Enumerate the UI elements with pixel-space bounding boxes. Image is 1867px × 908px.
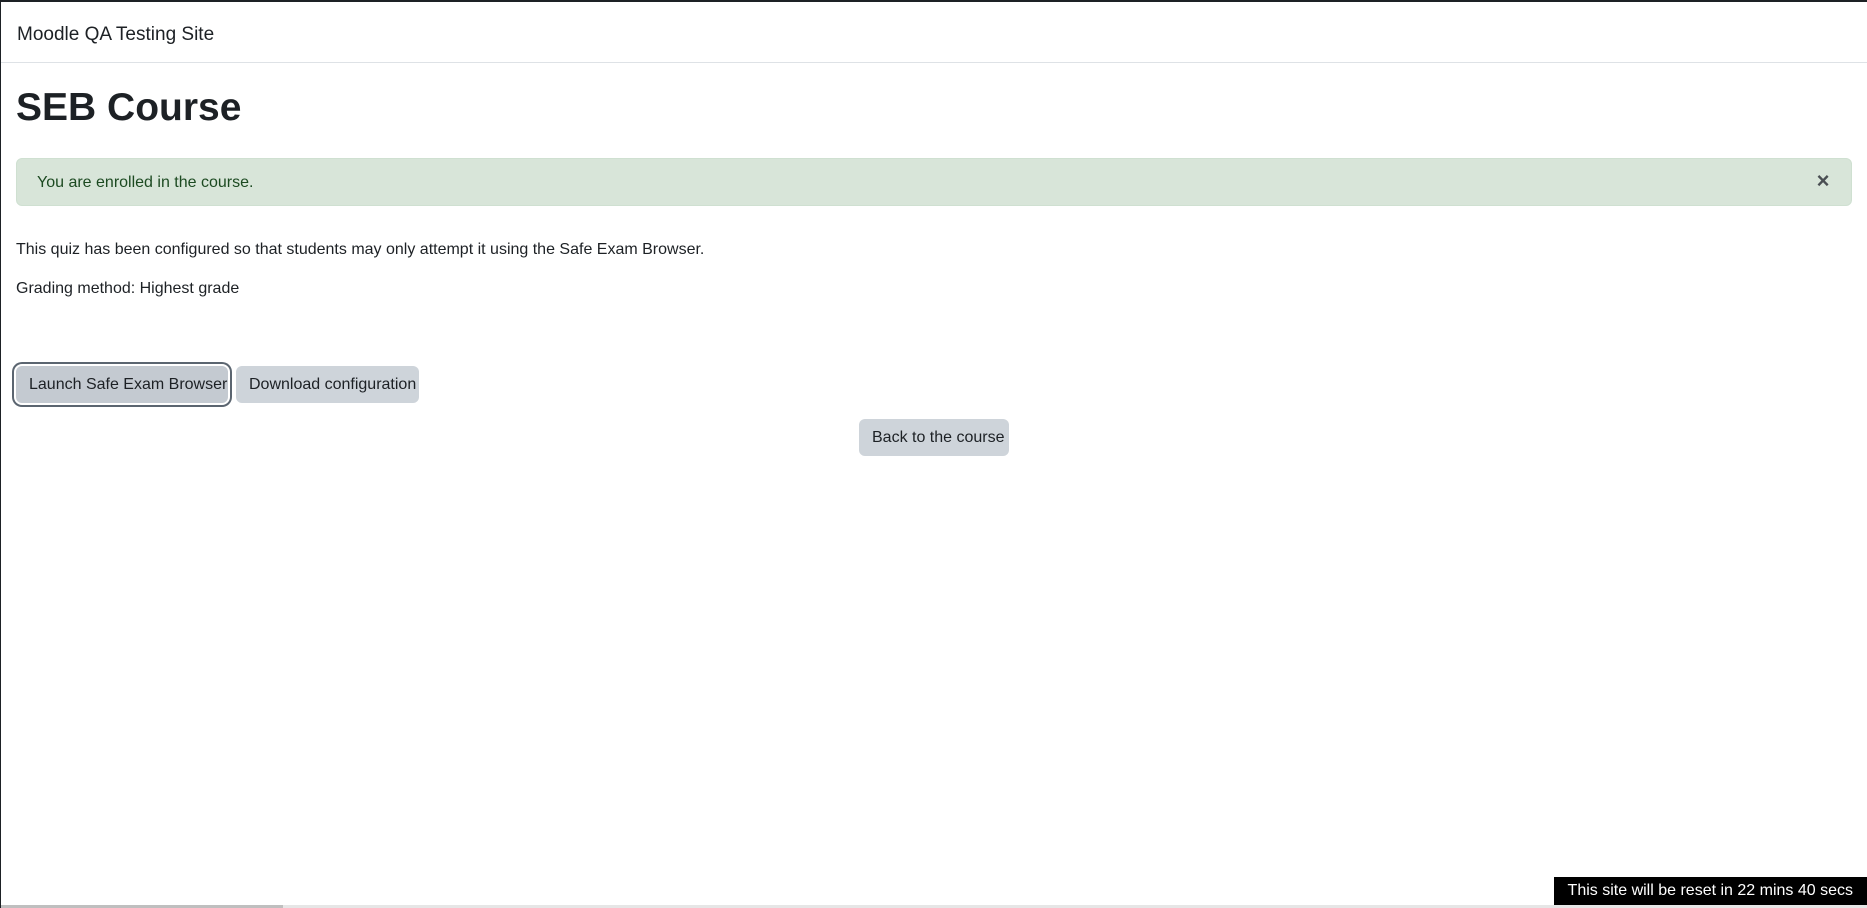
top-navbar: Moodle QA Testing Site <box>1 2 1867 63</box>
site-reset-banner: This site will be reset in 22 mins 40 se… <box>1553 877 1867 905</box>
back-to-course-button[interactable]: Back to the course <box>859 419 1009 456</box>
page-title: SEB Course <box>16 86 242 129</box>
launch-seb-button[interactable]: Launch Safe Exam Browser <box>16 366 228 403</box>
alert-message: You are enrolled in the course. <box>37 174 254 191</box>
site-name-link[interactable]: Moodle QA Testing Site <box>17 23 214 47</box>
grading-method-text: Grading method: Highest grade <box>16 280 240 297</box>
download-configuration-button[interactable]: Download configuration <box>236 366 419 403</box>
enrolment-alert: You are enrolled in the course. × <box>16 158 1852 206</box>
close-icon[interactable]: × <box>1811 169 1835 193</box>
seb-requirement-text: This quiz has been configured so that st… <box>16 241 705 258</box>
